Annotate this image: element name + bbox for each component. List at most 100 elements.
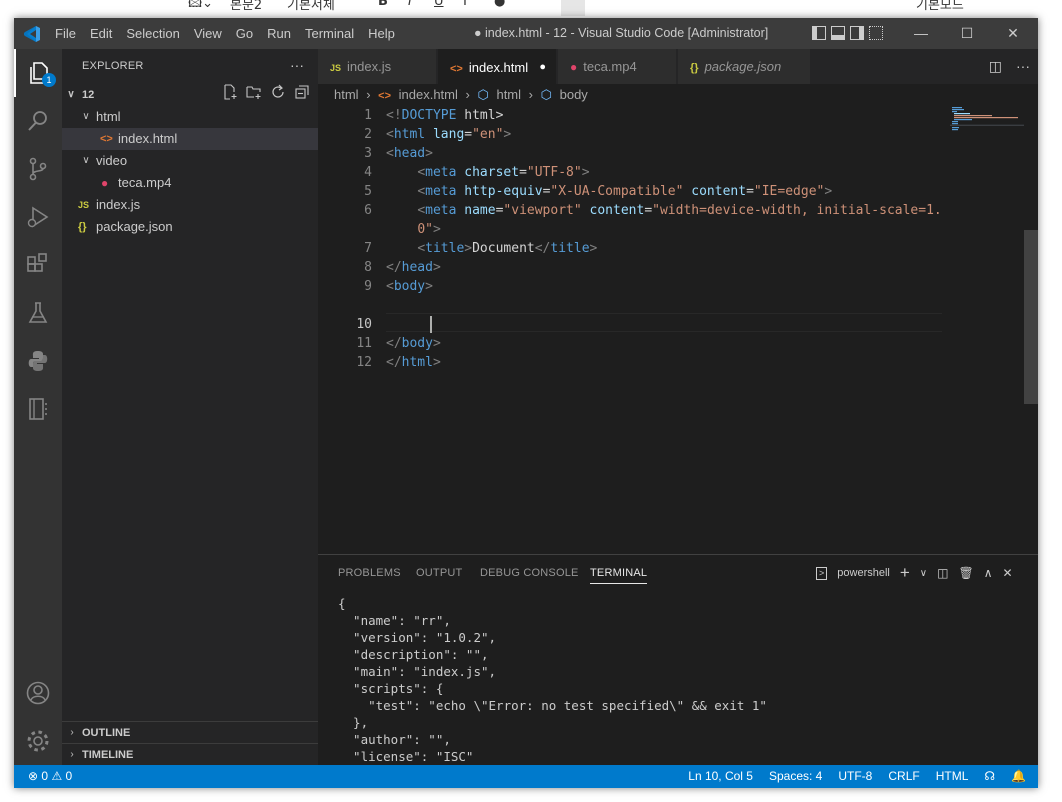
line-number: 3 xyxy=(364,146,372,161)
tree-file-index-js[interactable]: JS index.js xyxy=(62,194,318,216)
host-font-select[interactable]: 기본서체 xyxy=(287,0,335,13)
tree-file-teca-mp4[interactable]: ● teca.mp4 xyxy=(62,172,318,194)
tab-package-json[interactable]: {} package.json xyxy=(678,49,810,84)
minimize-button[interactable]: — xyxy=(898,18,944,49)
bold-icon[interactable]: B xyxy=(378,0,388,9)
notifications-bell-icon[interactable]: 🔔 xyxy=(1011,765,1026,788)
more-actions-icon[interactable]: ··· xyxy=(290,49,304,81)
close-panel-icon[interactable]: ✕ xyxy=(1003,566,1013,580)
menu-view[interactable]: View xyxy=(187,18,229,49)
menu-help[interactable]: Help xyxy=(361,18,402,49)
source-control-icon[interactable] xyxy=(14,145,62,193)
indentation[interactable]: Spaces: 4 xyxy=(769,765,822,788)
video-file-icon: ● xyxy=(570,60,578,74)
search-icon[interactable] xyxy=(14,97,62,145)
tab-teca-mp4[interactable]: ● teca.mp4 xyxy=(558,49,676,84)
breadcrumb-symbol-html[interactable]: html xyxy=(496,87,521,102)
code-line: <meta charset="UTF-8"> xyxy=(417,165,590,180)
code-editor[interactable]: 1 2 3 4 5 6 7 8 9 10 11 12 <!DOCTYPE htm… xyxy=(318,106,1038,554)
layout-controls xyxy=(812,26,883,40)
tab-label: index.html xyxy=(468,60,529,75)
explorer-icon[interactable]: 1 xyxy=(14,49,62,97)
terminal-shell-label[interactable]: powershell xyxy=(837,567,890,579)
panel-tab-terminal[interactable]: TERMINAL xyxy=(590,567,648,584)
terminal-output[interactable]: { "name": "rr", "version": "1.0.2", "des… xyxy=(338,595,767,765)
line-ending[interactable]: CRLF xyxy=(888,765,919,788)
timeline-section[interactable]: › TIMELINE xyxy=(62,743,318,765)
python-icon[interactable] xyxy=(14,337,62,385)
notebook-icon[interactable] xyxy=(14,385,62,433)
unsaved-dot-icon[interactable]: ● xyxy=(539,50,546,85)
panel-tab-problems[interactable]: PROBLEMS xyxy=(338,567,401,579)
panel-tab-output[interactable]: OUTPUT xyxy=(416,567,462,579)
video-file-icon: ● xyxy=(101,176,109,190)
quote-icon[interactable]: “ xyxy=(697,0,704,9)
split-terminal-icon[interactable]: ◫ xyxy=(937,566,948,580)
editor-scrollbar-thumb[interactable] xyxy=(1024,230,1038,404)
outline-section[interactable]: › OUTLINE xyxy=(62,721,318,743)
chevron-down-icon[interactable]: ∨ xyxy=(920,568,927,579)
toggle-sidebar-icon[interactable] xyxy=(812,26,826,40)
host-mode-select[interactable]: 기본모드 xyxy=(916,0,964,13)
cursor-position[interactable]: Ln 10, Col 5 xyxy=(688,765,753,788)
text-color-icon[interactable]: ● xyxy=(494,0,505,9)
chevron-down-icon: ∨ xyxy=(82,155,90,166)
problems-status[interactable]: ⊗ 0 ⚠ 0 xyxy=(28,765,72,788)
image-icon[interactable]: 🖾⌄ xyxy=(188,0,213,16)
testing-icon[interactable] xyxy=(14,289,62,337)
kill-terminal-icon[interactable]: 🗑 xyxy=(958,566,973,580)
align-left-selected[interactable] xyxy=(561,0,585,16)
toggle-panel-icon[interactable] xyxy=(831,26,845,40)
menu-bar: File Edit Selection View Go Run Terminal… xyxy=(48,18,402,49)
tree-file-package-json[interactable]: {} package.json xyxy=(62,216,318,238)
breadcrumb-file[interactable]: index.html xyxy=(399,87,458,102)
menu-selection[interactable]: Selection xyxy=(119,18,186,49)
toggle-secondary-sidebar-icon[interactable] xyxy=(850,26,864,40)
menu-edit[interactable]: Edit xyxy=(83,18,119,49)
panel-tab-debug-console[interactable]: DEBUG CONSOLE xyxy=(480,567,579,579)
tree-folder-html[interactable]: ∨ html xyxy=(62,106,318,128)
split-editor-icon[interactable]: ◫ xyxy=(989,49,1002,84)
maximize-button[interactable]: ☐ xyxy=(944,18,990,49)
maximize-panel-icon[interactable]: ∧ xyxy=(984,566,993,580)
menu-go[interactable]: Go xyxy=(229,18,260,49)
feedback-icon[interactable]: ☊ xyxy=(984,765,995,788)
code-line: <body> xyxy=(386,279,433,294)
minimap[interactable] xyxy=(950,106,1024,146)
menu-terminal[interactable]: Terminal xyxy=(298,18,361,49)
workspace-root[interactable]: ∨ 12 xyxy=(62,84,318,106)
more-actions-icon[interactable]: ··· xyxy=(1016,49,1030,84)
account-icon[interactable] xyxy=(14,669,62,717)
language-mode[interactable]: HTML xyxy=(936,765,969,788)
refresh-icon[interactable] xyxy=(270,84,286,100)
breadcrumb-folder[interactable]: html xyxy=(334,87,359,102)
encoding[interactable]: UTF-8 xyxy=(838,765,872,788)
terminal-line: "name": "rr", xyxy=(338,613,451,628)
new-folder-icon[interactable] xyxy=(246,84,262,100)
menu-run[interactable]: Run xyxy=(260,18,298,49)
run-debug-icon[interactable] xyxy=(14,193,62,241)
italic-icon[interactable]: I xyxy=(408,0,412,9)
breadcrumb-symbol-body[interactable]: body xyxy=(560,87,588,102)
new-terminal-icon[interactable]: + xyxy=(900,563,910,583)
tab-index-js[interactable]: JS index.js xyxy=(318,49,436,84)
underline-icon[interactable]: U xyxy=(434,0,444,9)
code-line: </body> xyxy=(386,336,441,351)
tree-folder-video[interactable]: ∨ video xyxy=(62,150,318,172)
settings-gear-icon[interactable] xyxy=(14,717,62,765)
new-file-icon[interactable] xyxy=(222,84,238,100)
warning-count: 0 xyxy=(65,769,73,783)
vscode-window: File Edit Selection View Go Run Terminal… xyxy=(14,18,1038,788)
strikethrough-icon[interactable]: T xyxy=(461,0,469,9)
extensions-icon[interactable] xyxy=(14,241,62,289)
menu-file[interactable]: File xyxy=(48,18,83,49)
collapse-all-icon[interactable] xyxy=(294,84,310,100)
close-button[interactable]: ✕ xyxy=(990,18,1036,49)
tree-file-index-html[interactable]: <> index.html xyxy=(62,128,318,150)
customize-layout-icon[interactable] xyxy=(869,26,883,40)
host-style-select[interactable]: 본문2 xyxy=(230,0,262,13)
tab-index-html[interactable]: <> index.html ● xyxy=(438,49,556,84)
warning-icon: ⚠ xyxy=(51,769,63,783)
line-number: 7 xyxy=(364,241,372,256)
